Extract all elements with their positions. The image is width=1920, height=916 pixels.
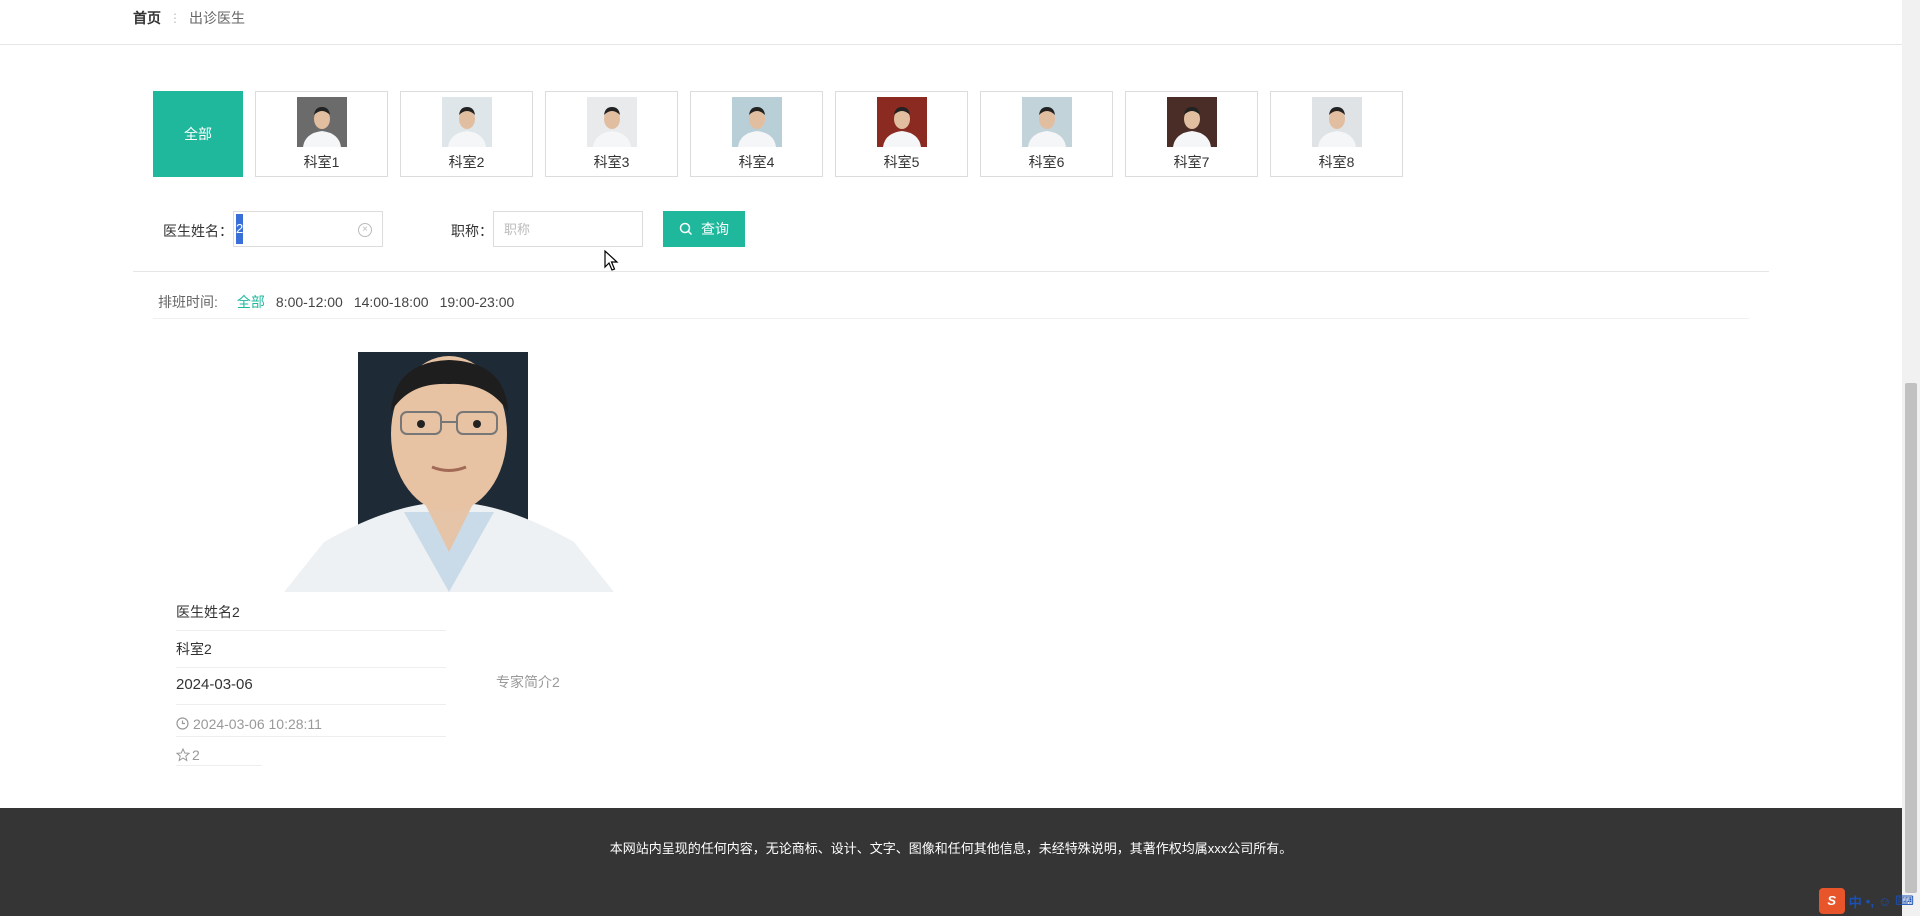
query-button-label: 查询 — [701, 221, 729, 237]
created-at-text: 2024-03-06 10:28:11 — [193, 715, 322, 732]
doctor-intro: 专家简介2 — [496, 674, 560, 690]
scrollbar-thumb[interactable] — [1905, 383, 1917, 893]
doctor-date: 2024-03-06 — [176, 676, 446, 705]
search-icon — [679, 222, 693, 236]
star-icon[interactable] — [176, 747, 190, 762]
doctor-name-selected-text: 2 — [236, 214, 243, 244]
doctor-photo[interactable] — [284, 352, 614, 592]
department-all-button[interactable]: 全部 — [153, 91, 243, 177]
department-card[interactable]: 科室8 — [1270, 91, 1403, 177]
clear-icon[interactable]: × — [358, 223, 372, 237]
department-photo — [441, 97, 492, 147]
department-label: 科室8 — [1318, 154, 1355, 170]
title-label: 职称： — [451, 223, 493, 239]
department-label: 科室1 — [303, 154, 340, 170]
department-card[interactable]: 科室6 — [980, 91, 1113, 177]
schedule-option-evening[interactable]: 19:00-23:00 — [440, 294, 515, 310]
breadcrumb: 首页 ⋮ 出诊医生 — [133, 8, 245, 28]
department-card[interactable]: 科室2 — [400, 91, 533, 177]
query-button[interactable]: 查询 — [663, 211, 745, 247]
department-photo — [1021, 97, 1072, 147]
doctor-name-input[interactable]: 2 × — [233, 211, 383, 247]
keyboard-icon[interactable]: ⌨ — [1895, 893, 1914, 909]
department-label: 科室6 — [1028, 154, 1065, 170]
department-card[interactable]: 科室4 — [690, 91, 823, 177]
schedule-option-all[interactable]: 全部 — [237, 292, 265, 312]
form-divider — [133, 271, 1769, 272]
department-photo — [586, 97, 637, 147]
ime-mode-toggle[interactable]: 中 — [1849, 892, 1862, 911]
doctor-created-at: 2024-03-06 10:28:11 — [176, 711, 446, 737]
department-label: 科室4 — [738, 154, 775, 170]
footer: 本网站内呈现的任何内容，无论商标、设计、文字、图像和任何其他信息，未经特殊说明，… — [0, 808, 1902, 916]
department-photo — [1166, 97, 1217, 147]
title-input[interactable] — [493, 211, 643, 247]
schedule-filter: 排班时间: 全部 8:00-12:00 14:00-18:00 19:00-23… — [158, 292, 514, 312]
department-card[interactable]: 科室1 — [255, 91, 388, 177]
department-card[interactable]: 科室5 — [835, 91, 968, 177]
department-selector: 全部 科室1 科室2 科室3 科室4 科室5 科室6 科室7 科室8 — [153, 91, 1403, 177]
department-label: 科室7 — [1173, 154, 1210, 170]
department-label: 科室3 — [593, 154, 630, 170]
schedule-option-afternoon[interactable]: 14:00-18:00 — [354, 294, 429, 310]
clock-icon — [176, 717, 189, 730]
schedule-option-morning[interactable]: 8:00-12:00 — [276, 294, 343, 310]
page-scrollbar[interactable] — [1902, 0, 1920, 916]
mouse-cursor-icon — [604, 250, 619, 271]
breadcrumb-current: 出诊医生 — [189, 10, 245, 26]
department-photo — [876, 97, 927, 147]
doctor-name-label: 医生姓名： — [163, 223, 233, 239]
breadcrumb-home-link[interactable]: 首页 — [133, 8, 161, 28]
schedule-divider — [153, 318, 1749, 319]
doctor-favorites: 2 — [176, 744, 262, 766]
doctor-name: 医生姓名2 — [176, 602, 446, 631]
search-form: 医生姓名： 2 × 职称： 查询 — [163, 211, 863, 248]
favorites-count: 2 — [192, 746, 200, 763]
ime-toolbar: S 中 •, ☺ ⌨ — [1818, 888, 1914, 914]
department-label: 科室2 — [448, 154, 485, 170]
ime-logo-icon[interactable]: S — [1818, 888, 1845, 914]
department-card[interactable]: 科室7 — [1125, 91, 1258, 177]
department-photo — [296, 97, 347, 147]
footer-copyright: 本网站内呈现的任何内容，无论商标、设计、文字、图像和任何其他信息，未经特殊说明，… — [609, 841, 1293, 856]
schedule-label: 排班时间: — [158, 294, 218, 310]
ime-punctuation-toggle[interactable]: •, — [1866, 894, 1874, 909]
department-card[interactable]: 科室3 — [545, 91, 678, 177]
emoji-icon[interactable]: ☺ — [1878, 894, 1891, 909]
department-photo — [731, 97, 782, 147]
department-label: 科室5 — [883, 154, 920, 170]
header-divider — [0, 44, 1902, 45]
department-photo — [1311, 97, 1362, 147]
breadcrumb-separator: ⋮ — [169, 11, 181, 25]
doctor-department: 科室2 — [176, 639, 446, 668]
